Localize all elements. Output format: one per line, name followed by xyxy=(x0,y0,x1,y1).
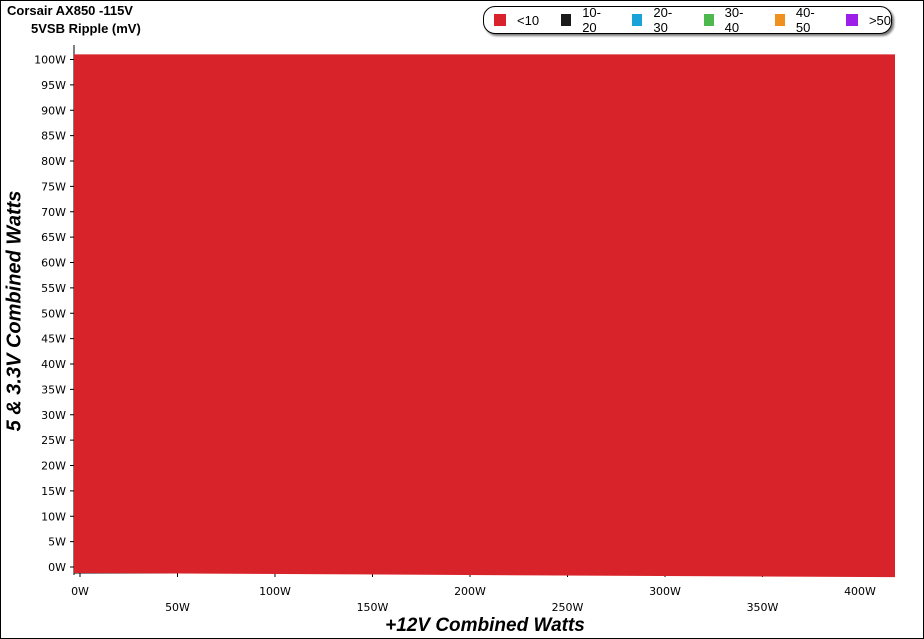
legend-swatch xyxy=(845,14,858,26)
legend-item: 40-50 xyxy=(774,5,824,35)
legend-label: >50 xyxy=(868,12,891,28)
legend-label: <10 xyxy=(517,12,540,28)
x-axis-label: +12V Combined Watts xyxy=(385,615,585,636)
legend-swatch xyxy=(632,14,643,26)
chart-subtitle: 5VSB Ripple (mV) xyxy=(31,21,141,36)
legend-swatch xyxy=(774,14,785,26)
legend-item: <10 xyxy=(494,13,539,28)
legend-label: 40-50 xyxy=(795,5,815,35)
legend-swatch xyxy=(703,14,714,26)
legend-swatch xyxy=(561,14,572,26)
legend-swatch xyxy=(494,14,506,26)
chart-frame xyxy=(0,0,924,639)
legend-item: >50 xyxy=(845,12,891,28)
legend-item: 20-30 xyxy=(632,5,681,35)
legend-label: 10-20 xyxy=(582,5,601,35)
y-axis-label: 5 & 3.3V Combined Watts xyxy=(3,190,26,432)
legend-item: 10-20 xyxy=(561,5,610,35)
legend-label: 30-40 xyxy=(724,5,744,35)
legend: <10 10-20 20-30 30-40 40-50 >50 xyxy=(483,5,892,35)
legend-label: 20-30 xyxy=(653,5,673,35)
legend-item: 30-40 xyxy=(703,5,753,35)
chart-title: Corsair AX850 -115V xyxy=(7,3,133,18)
